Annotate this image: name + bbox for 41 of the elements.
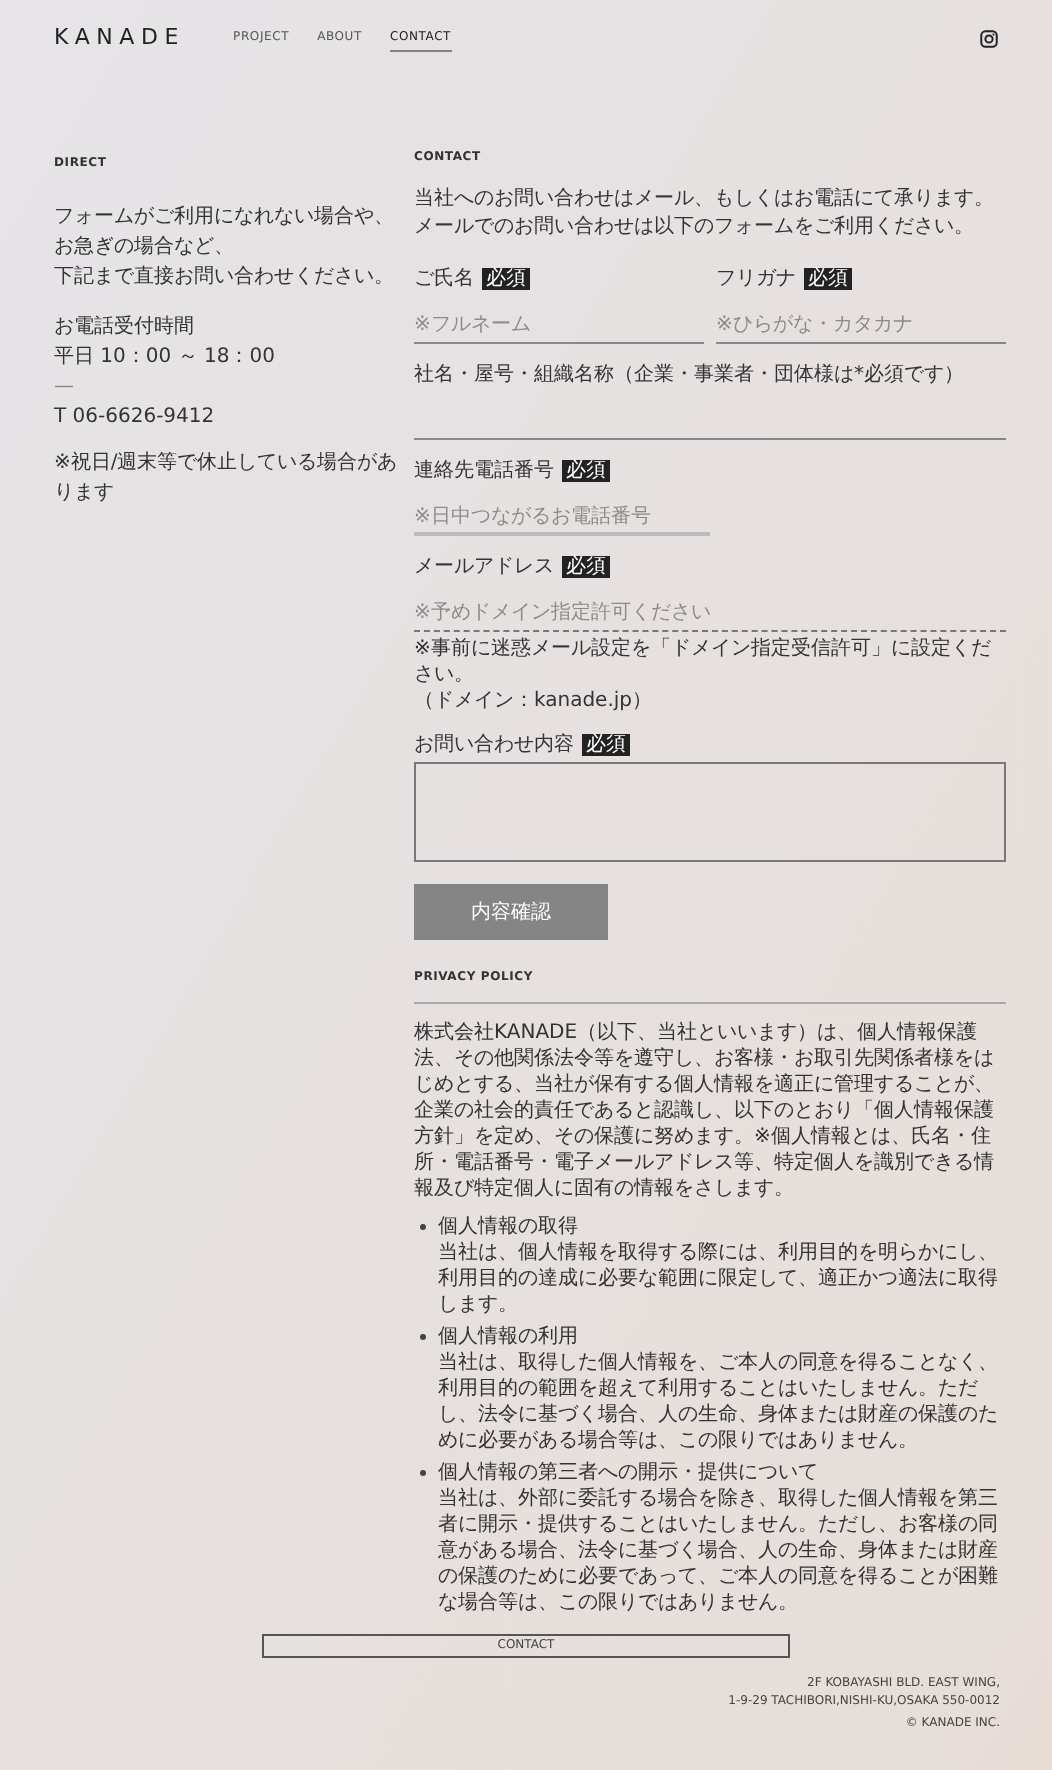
direct-text: 下記まで直接お問い合わせください。 [54,263,396,292]
intro-text: メールでのお問い合わせは以下のフォームをご利用ください。 [414,214,976,242]
policy-title: 個人情報の第三者への開示・提供について [438,1460,818,1486]
required-badge: 必須 [562,460,610,482]
text-area[interactable] [414,762,1006,862]
field-label: 連絡先電話番号 [414,458,554,484]
direct-note: ※祝日/週末等で休止している場合があります [54,449,400,508]
hours-label: お電話受付時間 [54,313,196,342]
privacy-text: 株式会社KANADE（以下、当社といいます）は、個人情報保護法、その他関係法令等を遵守し、お客様・お取引先関係者様をはじめとする、当社が保有する個人情報を適正に管理することが、企業の社会的責任であると認識し、以下のとおり「個人情報保護方針」を定め、その保護に努めます。※個人情報とは、氏名・住所・電話番号・電子メールアドレス等、特定個人を識別できる情報及び特定個人に固有の情報をさします。 [414,1020,996,1202]
required-badge: 必須 [804,268,852,290]
bullet-icon [420,1224,426,1230]
policy-text: 当社は、取得した個人情報を、ご本人の同意を得ることなく、利用目的の範囲を超えて利用することはいたしません。ただし、法令に基づく場合、人の生命、身体または財産の保護のために必要がある場合等は、この限りではありません。 [436,1350,1000,1454]
dash: — [54,374,76,402]
field-label: メールアドレス [414,554,554,580]
confirm-button[interactable]: 内容確認 [414,884,608,940]
required-badge: 必須 [582,734,630,756]
instagram-icon[interactable] [980,29,998,47]
direct-text: お急ぎの場合など、 [54,234,236,262]
policy-text: 当社は、外部に委託する場合を除き、取得した個人情報を第三者に開示・提供することはいたしません。ただし、お客様の同意がある場合、法令に基づく場合、人の生命、身体または財産の保護のために必要であって、ご本人の同意を得ることが困難な場合等は、この限りではありません。 [436,1486,1000,1616]
field-note: ※事前に迷惑メール設定を「ドメイン指定受信許可」に設定ください。 [414,636,993,688]
policy-text: 当社は、個人情報を取得する際には、利用目的を明らかにし、利用目的の達成に必要な範囲に限定して、適正かつ適法に取得します。 [436,1240,1000,1318]
bullet-icon [420,1470,426,1476]
field-label: ご氏名 [414,266,474,292]
field-note: （ドメイン：kanade.jp） [414,688,655,714]
field-label: フリガナ [716,266,796,292]
input-field[interactable]: ※ひらがな・カタカナ [716,309,1006,343]
required-badge: 必須 [482,268,530,290]
field-label: お問い合わせ内容 [414,732,574,758]
intro-text: 当社へのお問い合わせはメール、もしくはお電話にて承ります。 [414,186,996,214]
field-label: 社名・屋号・組織名称（企業・事業者・団体様は*必須です） [414,362,964,388]
direct-text: フォームがご利用になれない場合や、 [54,203,396,232]
input-field[interactable]: ※フルネーム [414,309,704,343]
bullet-icon [420,1334,426,1340]
phone-number: T 06-6626-9412 [54,404,217,432]
input-field[interactable]: ※予めドメイン指定許可ください [414,597,1006,631]
input-field[interactable]: ※日中つながるお電話番号 [414,502,710,536]
required-badge: 必須 [562,556,610,578]
logo[interactable]: KANADE [54,21,186,55]
policy-title: 個人情報の利用 [438,1324,578,1350]
policy-title: 個人情報の取得 [438,1214,578,1240]
hours-text: 平日 10：00 ～ 18：00 [54,344,277,372]
